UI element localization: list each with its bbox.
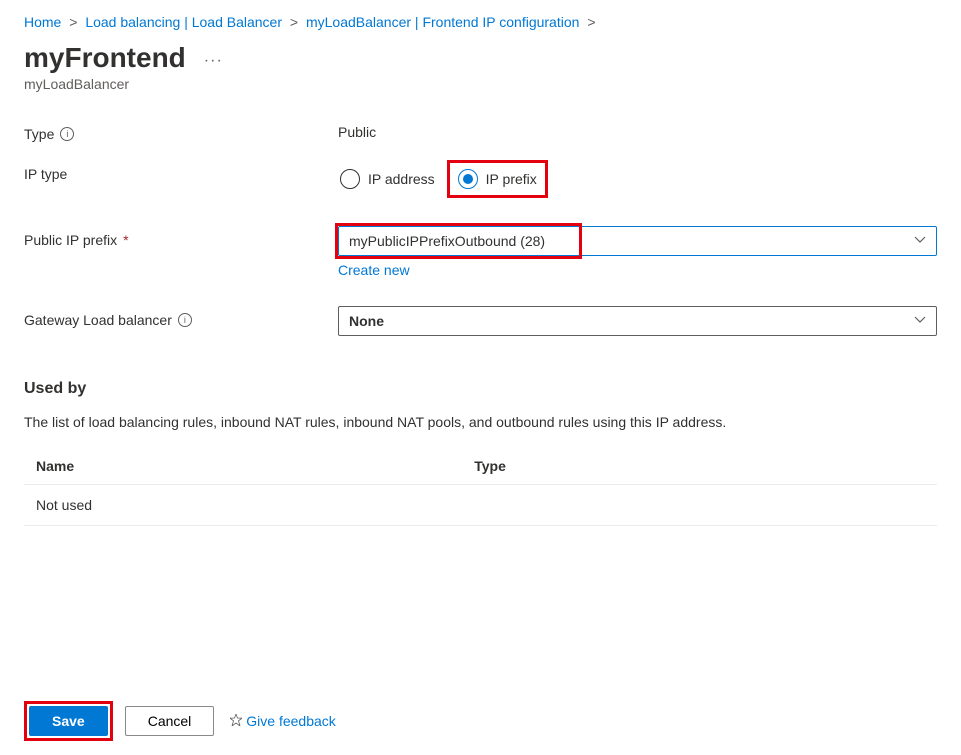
cell-name: Not used: [24, 485, 462, 526]
table-header-row: Name Type: [24, 448, 937, 485]
cancel-button[interactable]: Cancel: [125, 706, 215, 736]
required-indicator: *: [123, 232, 128, 248]
ip-type-label: IP type: [24, 166, 67, 182]
highlight-box: IP prefix: [447, 160, 548, 198]
footer: Save Cancel Give feedback: [0, 687, 961, 755]
gateway-lb-label: Gateway Load balancer: [24, 312, 172, 328]
gateway-lb-value: None: [349, 313, 384, 329]
info-icon[interactable]: i: [60, 127, 74, 141]
feedback-icon: [230, 714, 242, 729]
radio-checked-icon: [458, 169, 478, 189]
highlight-box: Save: [24, 701, 113, 741]
chevron-right-icon: >: [69, 14, 77, 30]
page-title: myFrontend: [24, 42, 186, 74]
radio-ip-prefix[interactable]: IP prefix: [456, 165, 539, 193]
save-button[interactable]: Save: [29, 706, 108, 736]
breadcrumb-frontend-ip[interactable]: myLoadBalancer | Frontend IP configurati…: [306, 14, 579, 30]
chevron-down-icon: [914, 233, 926, 249]
gateway-lb-select[interactable]: None: [338, 306, 937, 336]
used-by-description: The list of load balancing rules, inboun…: [24, 414, 937, 430]
radio-ip-address[interactable]: IP address: [338, 165, 437, 193]
form: Type i Public IP type IP address IP pref…: [0, 120, 961, 336]
breadcrumb-home[interactable]: Home: [24, 14, 61, 30]
radio-unchecked-icon: [340, 169, 360, 189]
type-label: Type: [24, 126, 54, 142]
give-feedback-label: Give feedback: [246, 713, 336, 729]
give-feedback-link[interactable]: Give feedback: [230, 713, 336, 729]
info-icon[interactable]: i: [178, 313, 192, 327]
breadcrumb-load-balancer[interactable]: Load balancing | Load Balancer: [85, 14, 282, 30]
used-by-heading: Used by: [24, 380, 937, 398]
used-by-section: Used by The list of load balancing rules…: [0, 354, 961, 526]
radio-ip-prefix-label: IP prefix: [486, 171, 537, 187]
used-by-table: Name Type Not used: [24, 448, 937, 526]
col-type: Type: [462, 448, 937, 485]
public-ip-prefix-value: myPublicIPPrefixOutbound (28): [349, 233, 545, 249]
table-row: Not used: [24, 485, 937, 526]
more-actions-button[interactable]: ···: [204, 46, 223, 70]
chevron-right-icon: >: [290, 14, 298, 30]
col-name: Name: [24, 448, 462, 485]
radio-ip-address-label: IP address: [368, 171, 435, 187]
page-subtitle: myLoadBalancer: [0, 74, 961, 120]
chevron-down-icon: [914, 313, 926, 329]
ip-type-radio-group: IP address IP prefix: [338, 160, 937, 198]
chevron-right-icon: >: [587, 14, 595, 30]
breadcrumb: Home > Load balancing | Load Balancer > …: [0, 0, 961, 38]
public-ip-prefix-label: Public IP prefix: [24, 232, 117, 248]
public-ip-prefix-select[interactable]: myPublicIPPrefixOutbound (28): [338, 226, 937, 256]
type-value: Public: [338, 120, 937, 140]
cell-type: [462, 485, 937, 526]
create-new-link[interactable]: Create new: [338, 262, 410, 278]
